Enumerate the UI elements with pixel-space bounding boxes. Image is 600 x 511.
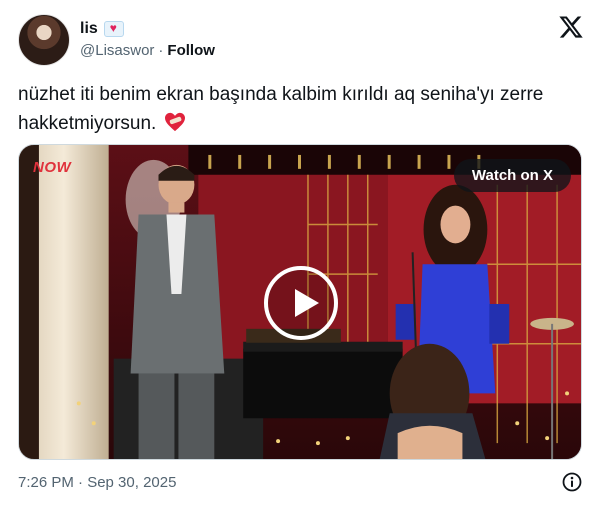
tweet-footer: 7:26 PM · Sep 30, 2025 xyxy=(18,472,584,494)
tweet-text: nüzhet iti benim ekran başında kalbim kı… xyxy=(18,84,544,134)
avatar[interactable] xyxy=(18,14,70,66)
timestamp[interactable]: 7:26 PM · Sep 30, 2025 xyxy=(18,474,176,491)
author-handle[interactable]: @Lisaswor xyxy=(80,42,154,59)
play-icon[interactable] xyxy=(264,266,338,340)
tweet-header: lis @Lisaswor · Follow xyxy=(18,14,584,68)
info-icon[interactable] xyxy=(562,472,582,492)
separator-dot: · xyxy=(158,42,164,59)
watch-on-x-button[interactable]: Watch on X xyxy=(453,159,571,192)
channel-watermark: NOW xyxy=(33,159,72,176)
author-name-row: lis xyxy=(80,20,124,38)
tweet-text-container: nüzhet iti benim ekran başında kalbim kı… xyxy=(18,80,584,138)
video-player[interactable]: NOW Watch on X xyxy=(18,144,582,460)
x-logo-icon[interactable] xyxy=(558,14,584,40)
heart-envelope-icon xyxy=(103,21,124,37)
author-display-name[interactable]: lis xyxy=(80,20,98,38)
heart-with-bandage-emoji xyxy=(164,112,185,132)
author-handle-row: @Lisaswor · Follow xyxy=(80,42,215,59)
follow-button[interactable]: Follow xyxy=(167,42,215,59)
